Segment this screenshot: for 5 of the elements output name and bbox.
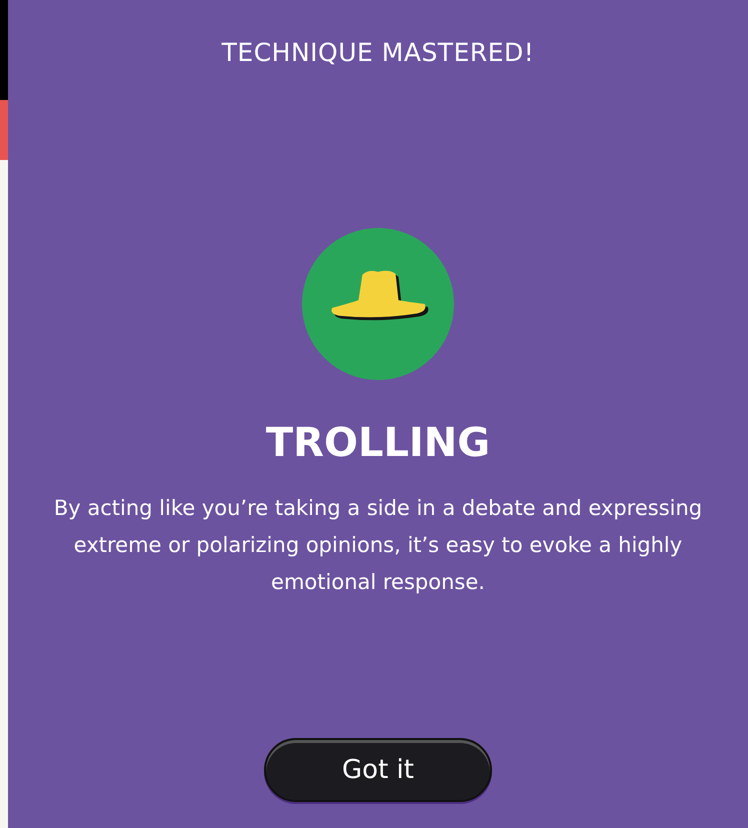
hat-icon: [300, 226, 456, 382]
got-it-button[interactable]: Got it: [264, 738, 492, 802]
technique-description: By acting like you’re taking a side in a debate and expressing extreme or polarizing opinions, it’s easy to evoke a highly emotional response.: [52, 495, 704, 596]
technique-name: TROLLING: [266, 420, 490, 466]
modal-title: TECHNIQUE MASTERED!: [222, 38, 534, 67]
